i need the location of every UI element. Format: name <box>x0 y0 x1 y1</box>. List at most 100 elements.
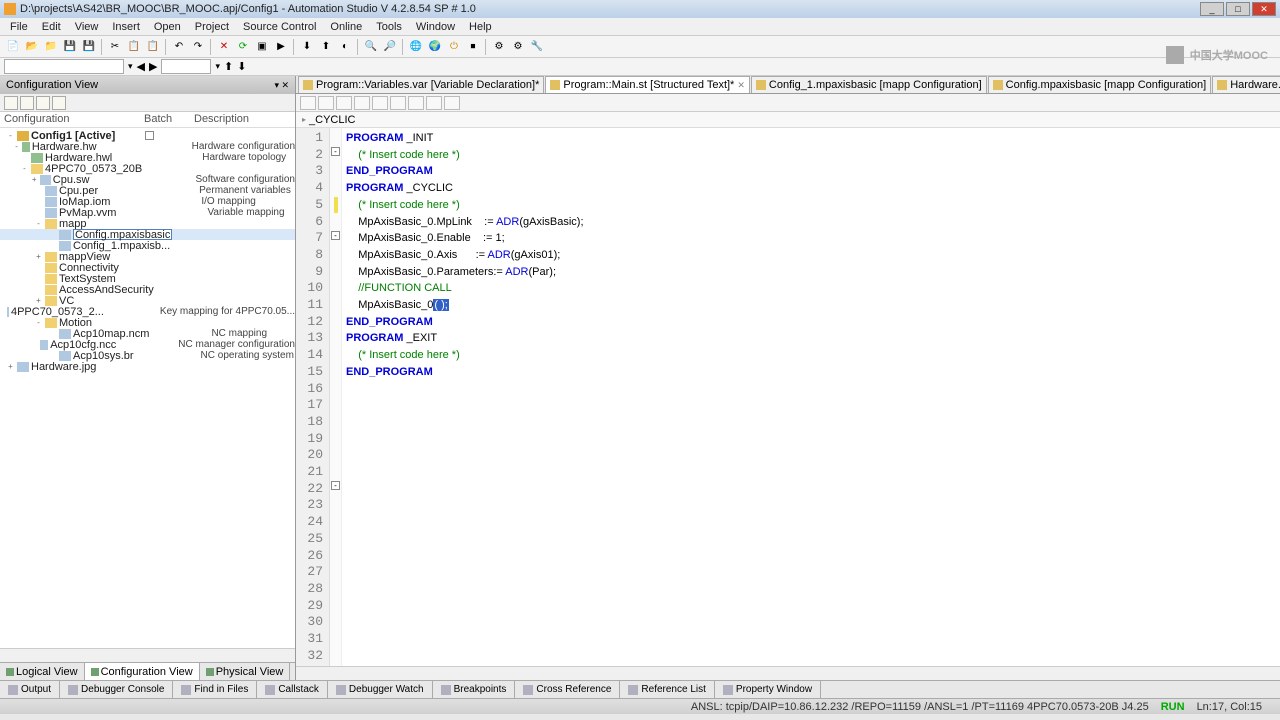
menu-edit[interactable]: Edit <box>36 20 67 34</box>
open-icon[interactable]: 📂 <box>23 38 41 56</box>
tree-row[interactable]: Config_1.mpaxisb... <box>0 240 295 251</box>
copy-icon[interactable]: 📋 <box>125 38 143 56</box>
et-8[interactable] <box>426 96 442 110</box>
nav1-icon[interactable]: ◀ <box>137 60 145 73</box>
tree-row[interactable]: -Motion <box>0 317 295 328</box>
build-icon[interactable]: ▣ <box>253 38 271 56</box>
menu-view[interactable]: View <box>69 20 105 34</box>
refresh-icon[interactable]: ⟳ <box>234 38 252 56</box>
combo1[interactable] <box>4 59 124 74</box>
fold-marker[interactable]: - <box>331 231 340 240</box>
nav4-icon[interactable]: ⬇ <box>237 60 246 73</box>
bottom-tab[interactable]: Reference List <box>620 681 714 698</box>
tree-row[interactable]: Hardware.hwlHardware topology <box>0 152 295 163</box>
editor-hscroll[interactable] <box>296 666 1280 680</box>
minimize-button[interactable]: _ <box>1200 2 1224 16</box>
tab-physical-view[interactable]: Physical View <box>200 663 291 680</box>
tree-row[interactable]: Acp10cfg.nccNC manager configuration <box>0 339 295 350</box>
et-1[interactable] <box>300 96 316 110</box>
tree-row[interactable]: 4PPC70_0573_2...Key mapping for 4PPC70.0… <box>0 306 295 317</box>
tool-icon[interactable]: ⬇ <box>298 38 316 56</box>
menu-insert[interactable]: Insert <box>106 20 146 34</box>
search-icon[interactable]: 🔍 <box>362 38 380 56</box>
tree-row[interactable]: PvMap.vvmVariable mapping <box>0 207 295 218</box>
nav2-icon[interactable]: ▶ <box>149 60 157 73</box>
power-icon[interactable]: ⏻ <box>445 38 463 56</box>
tool2-icon[interactable]: ⬆ <box>317 38 335 56</box>
side-icon-1[interactable] <box>4 96 18 110</box>
bottom-tab[interactable]: Debugger Watch <box>328 681 433 698</box>
menu-help[interactable]: Help <box>463 20 498 34</box>
close-button[interactable]: ✕ <box>1252 2 1276 16</box>
tree-row[interactable]: +mappView <box>0 251 295 262</box>
tree-row[interactable]: Connectivity <box>0 262 295 273</box>
stop-icon[interactable]: ⏹ <box>464 38 482 56</box>
tool3-icon[interactable]: ◐ <box>336 38 354 56</box>
undo-icon[interactable]: ↶ <box>170 38 188 56</box>
side-icon-4[interactable] <box>52 96 66 110</box>
bottom-tab[interactable]: Breakpoints <box>433 681 516 698</box>
editor-tab[interactable]: Hardware.hwl [System Designer] <box>1212 76 1280 93</box>
folder-icon[interactable]: 📁 <box>42 38 60 56</box>
save-icon[interactable]: 💾 <box>61 38 79 56</box>
tree-row[interactable]: TextSystem <box>0 273 295 284</box>
world-icon[interactable]: 🌍 <box>426 38 444 56</box>
et-6[interactable] <box>390 96 406 110</box>
tree-row[interactable]: Config.mpaxisbasic <box>0 229 295 240</box>
menu-open[interactable]: Open <box>148 20 187 34</box>
et-3[interactable] <box>336 96 352 110</box>
menu-project[interactable]: Project <box>189 20 235 34</box>
code-editor[interactable]: PROGRAM _INIT (* Insert code here *)END_… <box>342 128 1280 666</box>
tree-row[interactable]: AccessAndSecurity <box>0 284 295 295</box>
fold-marker[interactable]: - <box>331 481 340 490</box>
tree-row[interactable]: +VC <box>0 295 295 306</box>
fold-marker[interactable]: - <box>331 147 340 156</box>
tree-row[interactable]: -Config1 [Active] <box>0 130 295 141</box>
bottom-tab[interactable]: Cross Reference <box>515 681 620 698</box>
menu-file[interactable]: File <box>4 20 34 34</box>
cut-icon[interactable]: ✂ <box>106 38 124 56</box>
tab-configuration-view[interactable]: Configuration View <box>85 663 200 680</box>
tree-row[interactable]: +Cpu.swSoftware configuration <box>0 174 295 185</box>
editor-tab[interactable]: Program::Variables.var [Variable Declara… <box>298 76 544 93</box>
tree-row[interactable]: -4PPC70_0573_20B <box>0 163 295 174</box>
new-icon[interactable]: 📄 <box>4 38 22 56</box>
et-5[interactable] <box>372 96 388 110</box>
side-icon-3[interactable] <box>36 96 50 110</box>
menu-window[interactable]: Window <box>410 20 461 34</box>
bottom-tab[interactable]: Callstack <box>257 681 328 698</box>
sidebar-close-icon[interactable]: ▾ ✕ <box>274 80 289 91</box>
saveall-icon[interactable]: 💾 <box>80 38 98 56</box>
tree-row[interactable]: Cpu.perPermanent variables <box>0 185 295 196</box>
tree-row[interactable]: +Hardware.jpg <box>0 361 295 372</box>
bottom-tab[interactable]: Property Window <box>715 681 821 698</box>
tree-row[interactable]: -Hardware.hwHardware configuration <box>0 141 295 152</box>
combo2[interactable] <box>161 59 211 74</box>
globe-icon[interactable]: 🌐 <box>407 38 425 56</box>
sidebar-hscroll[interactable] <box>0 648 295 662</box>
tree-row[interactable]: Acp10sys.brNC operating system <box>0 350 295 361</box>
tree-row[interactable]: IoMap.iomI/O mapping <box>0 196 295 207</box>
tree-row[interactable]: -mapp <box>0 218 295 229</box>
tree-row[interactable]: Acp10map.ncmNC mapping <box>0 328 295 339</box>
transfer-icon[interactable]: ▶ <box>272 38 290 56</box>
maximize-button[interactable]: □ <box>1226 2 1250 16</box>
gear2-icon[interactable]: ⚙ <box>509 38 527 56</box>
et-9[interactable] <box>444 96 460 110</box>
editor-tab[interactable]: Config_1.mpaxisbasic [mapp Configuration… <box>751 76 987 93</box>
nav3-icon[interactable]: ⬆ <box>224 60 233 73</box>
wrench-icon[interactable]: 🔧 <box>528 38 546 56</box>
redo-icon[interactable]: ↷ <box>189 38 207 56</box>
et-2[interactable] <box>318 96 334 110</box>
bottom-tab[interactable]: Debugger Console <box>60 681 173 698</box>
gear-icon[interactable]: ⚙ <box>490 38 508 56</box>
side-icon-2[interactable] <box>20 96 34 110</box>
et-7[interactable] <box>408 96 424 110</box>
cancel-icon[interactable]: ✕ <box>215 38 233 56</box>
editor-tab[interactable]: Program::Main.st [Structured Text]*✕ <box>545 76 750 93</box>
find-icon[interactable]: 🔎 <box>381 38 399 56</box>
menu-source-control[interactable]: Source Control <box>237 20 322 34</box>
configuration-tree[interactable]: -Config1 [Active]-Hardware.hwHardware co… <box>0 128 295 648</box>
editor-tab[interactable]: Config.mpaxisbasic [mapp Configuration] <box>988 76 1212 93</box>
editor-breadcrumb[interactable]: ▸ _CYCLIC <box>296 112 1280 128</box>
